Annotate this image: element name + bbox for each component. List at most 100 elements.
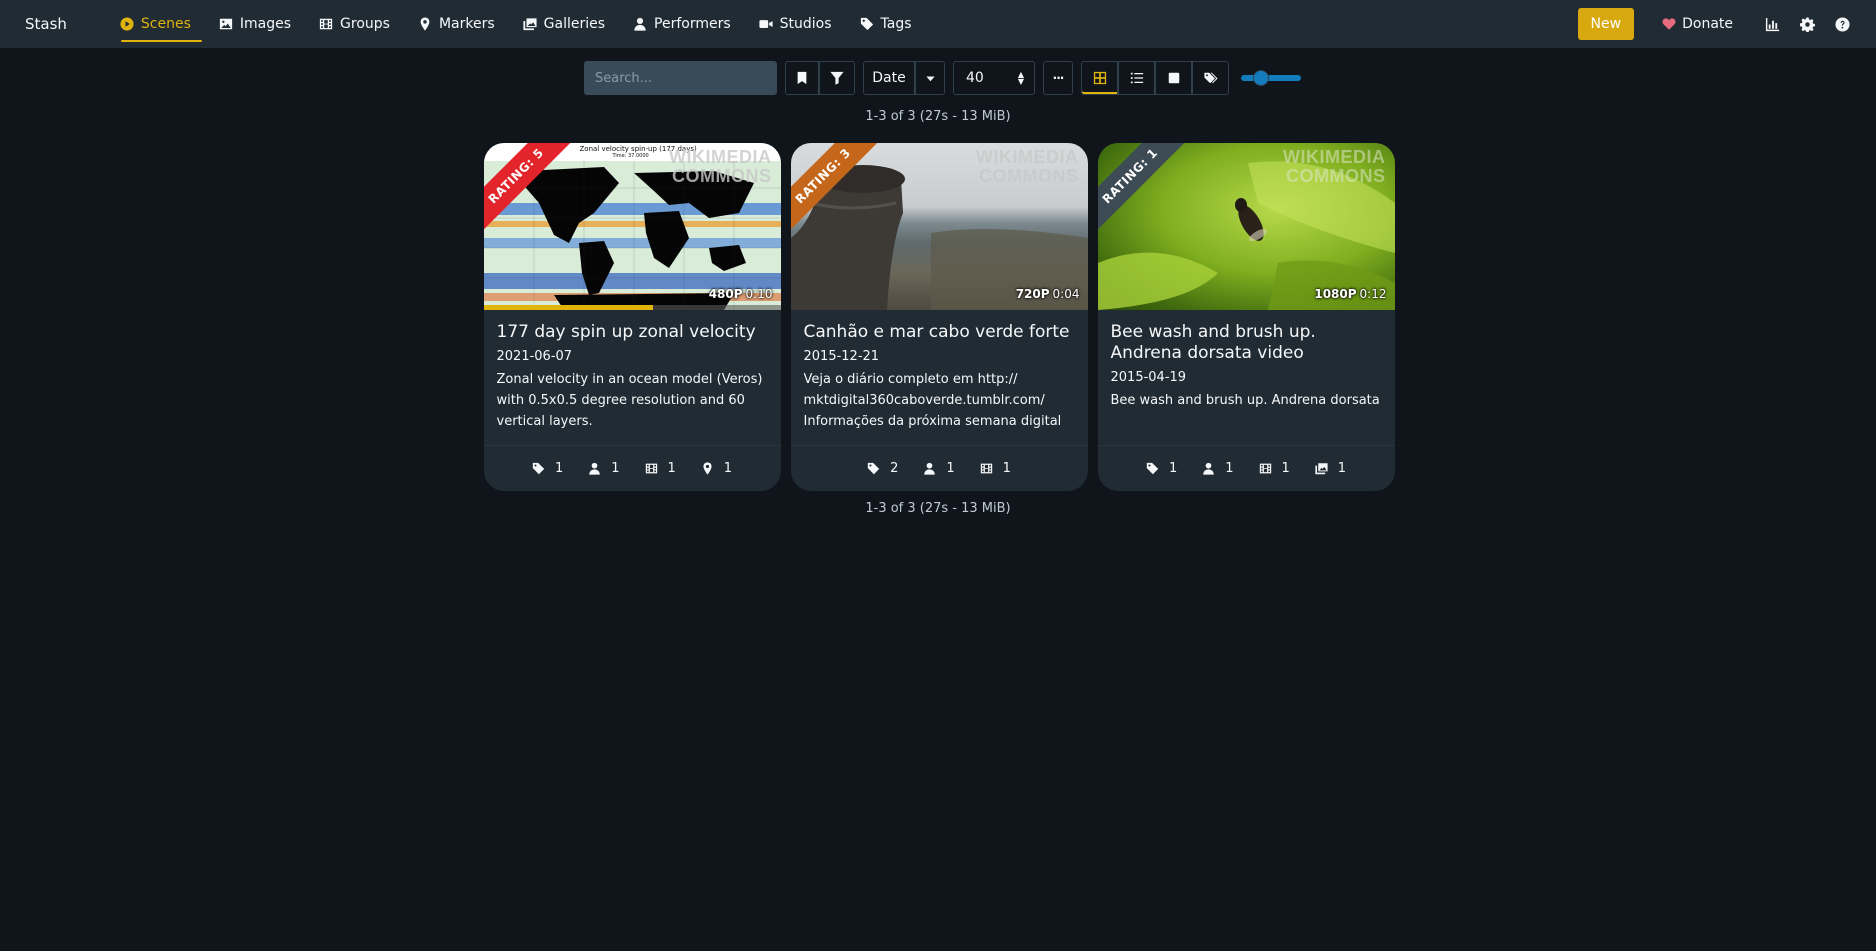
scene-date: 2021-06-07 <box>496 349 573 364</box>
scene-card[interactable]: Zonal velocity spin-up (177 days) Time: … <box>483 143 781 491</box>
scene-thumbnail[interactable]: WIKIMEDIA COMMONS RATING: 3 720P 0:04 <box>790 143 1088 310</box>
nav-item-tags[interactable]: Tags <box>847 0 925 48</box>
scene-card-body: Bee wash and brush up. Andrena dorsata v… <box>1098 310 1395 441</box>
scene-grid: Zonal velocity spin-up (177 days) Time: … <box>0 143 1876 491</box>
scene-title[interactable]: Canhão e mar cabo verde forte <box>804 322 1075 343</box>
help-button[interactable] <box>1825 9 1860 39</box>
tags-count: 1 <box>554 461 564 476</box>
tags-popover-button[interactable]: 2 <box>867 461 898 476</box>
donate-button[interactable]: Donate <box>1662 16 1733 32</box>
wall-view-button[interactable] <box>1155 61 1192 95</box>
search-input[interactable] <box>584 61 777 95</box>
resolution-duration: 720P 0:04 <box>1016 287 1080 301</box>
nav-item-label: Tags <box>880 16 912 32</box>
scene-card[interactable]: WIKIMEDIA COMMONS RATING: 1 1080P 0:12 Be… <box>1097 143 1395 491</box>
brand-logo[interactable]: Stash <box>25 15 67 33</box>
nav-item-images[interactable]: Images <box>206 0 304 48</box>
zoom-slider[interactable] <box>1241 70 1301 86</box>
display-mode-group <box>1081 61 1229 95</box>
question-circle-icon <box>1835 16 1850 32</box>
nav-item-scenes[interactable]: Scenes <box>107 0 204 48</box>
scene-card-body: 177 day spin up zonal velocity 2021-06-0… <box>484 310 781 441</box>
resolution-duration: 1080P 0:12 <box>1314 287 1386 301</box>
filter-button-group <box>785 61 855 95</box>
performers-popover-button[interactable]: 1 <box>588 461 620 476</box>
grid-view-button[interactable] <box>1081 61 1118 95</box>
groups-popover-button[interactable]: 1 <box>645 461 676 476</box>
sort-direction-button[interactable] <box>915 61 945 95</box>
new-button[interactable]: New <box>1577 8 1635 40</box>
nav-item-label: Galleries <box>543 16 606 32</box>
tags-icon <box>1203 72 1218 84</box>
scene-description: Bee wash and brush up. Andrena dorsata <box>1110 393 1380 408</box>
scene-popovers: 1 1 1 1 <box>1097 445 1395 491</box>
tag-icon <box>1146 462 1159 475</box>
nav-item-galleries[interactable]: Galleries <box>510 0 618 48</box>
nav-item-markers[interactable]: Markers <box>405 0 508 48</box>
spinner-arrows-icon: ▲ ▼ <box>1017 70 1024 86</box>
thumb-time: Time: 37.0000 <box>612 153 649 159</box>
tags-popover-button[interactable]: 1 <box>1146 461 1177 476</box>
gear-icon <box>1800 16 1815 32</box>
film-icon <box>319 18 333 30</box>
watermark: WIKIMEDIA COMMONS <box>1283 147 1386 186</box>
watermark: WIKIMEDIA COMMONS <box>669 147 772 186</box>
per-page-select[interactable]: 40 ▲ ▼ <box>953 61 1035 95</box>
film-icon <box>1259 463 1271 474</box>
groups-count: 1 <box>1281 461 1290 476</box>
groups-count: 1 <box>1002 461 1011 476</box>
nav-item-studios[interactable]: Studios <box>746 0 845 48</box>
galleries-popover-button[interactable]: 1 <box>1315 461 1346 476</box>
more-options-button[interactable]: ··· <box>1043 61 1073 95</box>
heart-icon <box>1662 18 1676 30</box>
filter-button[interactable] <box>819 61 855 95</box>
filter-toolbar: Date 40 ▲▼ ··· <box>0 53 1876 103</box>
scene-card[interactable]: WIKIMEDIA COMMONS RATING: 3 720P 0:04 Can… <box>790 143 1088 491</box>
tag-icon <box>860 17 873 31</box>
settings-button[interactable] <box>1790 9 1825 39</box>
zoom-slider-thumb[interactable] <box>1253 70 1269 86</box>
nav-item-performers[interactable]: Performers <box>620 0 744 48</box>
nav-item-groups[interactable]: Groups <box>306 0 403 48</box>
nav-item-label: Studios <box>779 16 832 32</box>
groups-popover-button[interactable]: 1 <box>980 461 1011 476</box>
square-icon <box>1168 72 1179 84</box>
nav-right: New Donate <box>1577 8 1860 40</box>
filter-icon <box>830 71 844 85</box>
film-icon <box>645 463 657 474</box>
tags-count: 1 <box>1168 461 1178 476</box>
scene-description: Veja o diário completo em http:// mktdig… <box>803 372 1062 429</box>
tagger-view-button[interactable] <box>1192 61 1229 95</box>
tags-count: 2 <box>890 461 899 476</box>
saved-filters-button[interactable] <box>785 61 819 95</box>
nav-item-label: Groups <box>340 16 390 32</box>
images-icon <box>1315 463 1328 475</box>
stats-button[interactable] <box>1755 9 1790 39</box>
film-icon <box>980 463 992 474</box>
performers-count: 1 <box>1225 461 1234 476</box>
scene-thumbnail[interactable]: WIKIMEDIA COMMONS RATING: 1 1080P 0:12 <box>1097 143 1395 310</box>
list-icon <box>1130 72 1143 84</box>
nav-item-label: Images <box>239 16 292 32</box>
performers-popover-button[interactable]: 1 <box>1202 461 1234 476</box>
nav-item-label: Performers <box>654 16 731 32</box>
scene-card-body: Canhão e mar cabo verde forte 2015-12-21… <box>791 310 1088 441</box>
scene-title[interactable]: 177 day spin up zonal velocity <box>497 322 768 343</box>
list-view-button[interactable] <box>1118 61 1155 95</box>
scene-date: 2015-12-21 <box>803 349 880 364</box>
tags-popover-button[interactable]: 1 <box>532 461 563 476</box>
scene-title[interactable]: Bee wash and brush up. Andrena dorsata v… <box>1111 322 1382 364</box>
performers-popover-button[interactable]: 1 <box>923 461 955 476</box>
result-count-top: 1-3 of 3 (27s - 13 MiB) <box>865 109 1011 124</box>
map-marker-icon <box>420 17 430 31</box>
scene-date: 2015-04-19 <box>1110 370 1187 385</box>
scene-thumbnail[interactable]: Zonal velocity spin-up (177 days) Time: … <box>483 143 781 310</box>
user-icon <box>1203 462 1214 475</box>
resume-progress-bar <box>483 305 781 310</box>
groups-popover-button[interactable]: 1 <box>1259 461 1290 476</box>
markers-popover-button[interactable]: 1 <box>701 461 732 476</box>
scene-description: Zonal velocity in an ocean model (Veros)… <box>496 372 763 429</box>
sort-by-select[interactable]: Date <box>863 61 915 95</box>
nav-item-label: Scenes <box>140 16 191 32</box>
top-navbar: Stash Scenes Images Groups Markers Galle… <box>0 0 1876 48</box>
